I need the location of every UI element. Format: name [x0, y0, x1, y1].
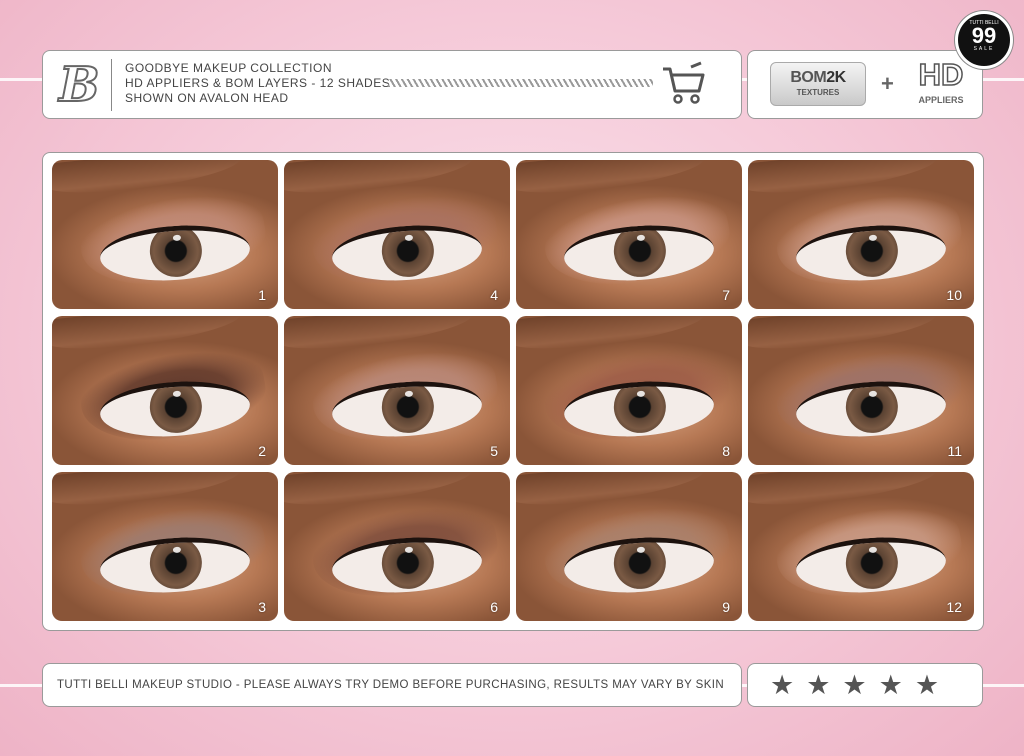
shade-tile[interactable]: 5 — [284, 316, 510, 465]
iris — [148, 379, 204, 435]
shade-tile[interactable]: 3 — [52, 472, 278, 621]
shade-number: 12 — [946, 599, 962, 615]
brand-logo: B — [58, 57, 101, 113]
iris — [148, 535, 204, 591]
shopping-cart-icon[interactable] — [661, 61, 707, 107]
hd-label: HD — [918, 57, 964, 92]
shade-number: 6 — [490, 599, 498, 615]
iris — [380, 535, 436, 591]
shade-number: 2 — [258, 443, 266, 459]
collection-subtitle: HD APPLIERS & BOM LAYERS - 12 SHADES — [125, 76, 391, 90]
shade-tile[interactable]: 7 — [516, 160, 742, 309]
shade-number: 4 — [490, 287, 498, 303]
shade-number: 8 — [722, 443, 730, 459]
shade-tile[interactable]: 12 — [748, 472, 974, 621]
logo-divider — [111, 59, 112, 111]
iris — [148, 223, 204, 279]
format-badges: BOM2K TEXTURES + HD APPLIERS — [747, 50, 983, 119]
disclaimer-text: TUTTI BELLI MAKEUP STUDIO - PLEASE ALWAY… — [57, 679, 725, 691]
shade-tile[interactable]: 10 — [748, 160, 974, 309]
collection-info: GOODBYE MAKEUP COLLECTION HD APPLIERS & … — [125, 61, 390, 106]
collection-title: GOODBYE MAKEUP COLLECTION — [125, 61, 332, 75]
collection-note: SHOWN ON AVALON HEAD — [125, 91, 289, 105]
star-rating: ★★★★★ — [770, 670, 952, 700]
plus-sign: + — [881, 71, 894, 96]
bom-resolution: 2K — [826, 69, 846, 86]
shade-tile[interactable]: 6 — [284, 472, 510, 621]
iris — [612, 223, 668, 279]
shade-grid: 1 4 7 10 2 5 8 11 3 6 9 12 — [42, 152, 984, 631]
decorative-zigzag — [388, 79, 653, 87]
iris — [380, 223, 436, 279]
shade-tile[interactable]: 2 — [52, 316, 278, 465]
shade-number: 9 — [722, 599, 730, 615]
shade-tile[interactable]: 8 — [516, 316, 742, 465]
iris — [612, 379, 668, 435]
hd-sub-label: APPLIERS — [918, 95, 964, 105]
sale-badge-number: 99 — [971, 23, 997, 48]
footer-disclaimer: TUTTI BELLI MAKEUP STUDIO - PLEASE ALWAY… — [42, 663, 742, 707]
collection-header: B GOODBYE MAKEUP COLLECTION HD APPLIERS … — [42, 50, 742, 119]
sale-badge-label: SALE — [973, 46, 995, 52]
iris — [844, 223, 900, 279]
shade-number: 7 — [722, 287, 730, 303]
shade-number: 10 — [946, 287, 962, 303]
shade-tile[interactable]: 1 — [52, 160, 278, 309]
shade-tile[interactable]: 9 — [516, 472, 742, 621]
iris — [844, 535, 900, 591]
sale-badge: TUTTI BELLI 99 SALE — [955, 11, 1013, 69]
shade-tile[interactable]: 4 — [284, 160, 510, 309]
shade-number: 1 — [258, 287, 266, 303]
iris — [844, 379, 900, 435]
bom-label: BOM — [790, 69, 827, 86]
shade-tile[interactable]: 11 — [748, 316, 974, 465]
bom-textures-badge: BOM2K TEXTURES — [770, 62, 866, 106]
shade-number: 11 — [947, 443, 962, 459]
rating-panel: ★★★★★ — [747, 663, 983, 707]
shade-number: 3 — [258, 599, 266, 615]
shade-number: 5 — [490, 443, 498, 459]
bom-sub-label: TEXTURES — [796, 88, 840, 97]
iris — [612, 535, 668, 591]
iris — [380, 379, 436, 435]
